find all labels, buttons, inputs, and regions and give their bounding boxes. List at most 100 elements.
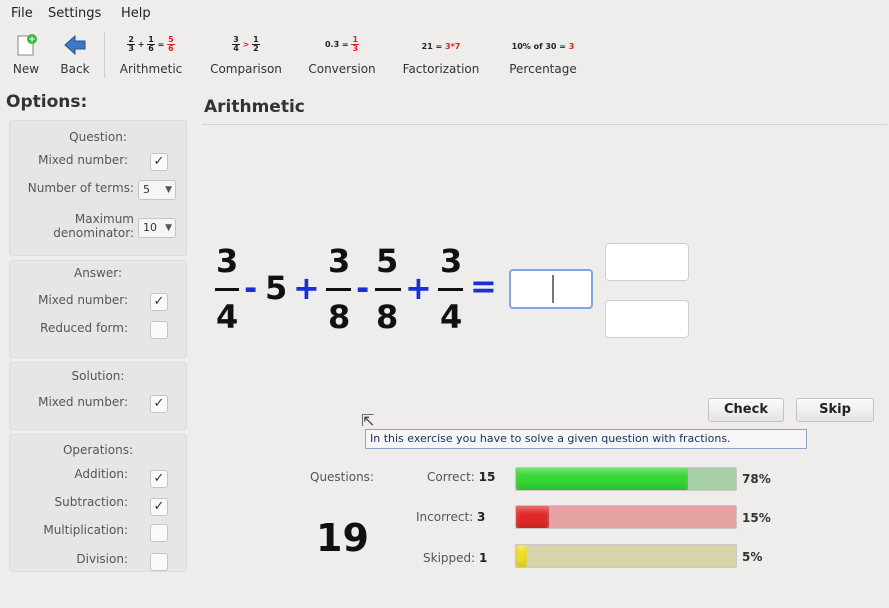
menu-help[interactable]: Help xyxy=(121,6,151,21)
back-label: Back xyxy=(60,62,90,76)
operations-panel-title: Operations: xyxy=(62,443,133,457)
answer-panel: Answer: Mixed number: ✓ Reduced form: xyxy=(9,260,187,358)
conversion-label: Conversion xyxy=(308,62,376,76)
solution-panel-title: Solution: xyxy=(71,369,125,383)
question-panel: Question: Mixed number: ✓ Number of term… xyxy=(9,120,187,256)
conversion-button[interactable]: 0.3̄ = 13 Conversion xyxy=(302,28,382,80)
skipped-stat: Skipped: 1 xyxy=(423,551,487,565)
max-denominator-select[interactable]: 10 ▼ xyxy=(138,218,176,238)
correct-progress-fill xyxy=(516,468,688,490)
incorrect-progress-fill xyxy=(516,506,549,528)
subtraction-label: Subtraction: xyxy=(54,495,128,509)
term2-whole: 5 xyxy=(265,269,288,307)
term1-fraction-bar xyxy=(215,288,239,291)
subtraction-checkbox[interactable]: ✓ xyxy=(150,498,168,516)
correct-percent: 78% xyxy=(742,472,771,486)
term5-numerator: 3 xyxy=(440,242,463,280)
term4-numerator: 5 xyxy=(376,242,399,280)
answer-integer-input[interactable] xyxy=(509,269,593,309)
questions-count: 19 xyxy=(316,516,369,560)
comparison-button[interactable]: 34 > 12 Comparison xyxy=(204,28,288,80)
comparison-label: Comparison xyxy=(210,62,282,76)
answer-mixed-number-checkbox[interactable]: ✓ xyxy=(150,293,168,311)
percentage-label: Percentage xyxy=(509,62,577,76)
toolbar: + New Back 23 + 16 = 56 Arithmetic 34 > … xyxy=(0,28,889,84)
number-of-terms-select[interactable]: 5 ▼ xyxy=(138,180,176,200)
reduced-form-checkbox[interactable] xyxy=(150,321,168,339)
max-denominator-label: Maximum denominator: xyxy=(53,212,134,240)
incorrect-label: Incorrect: xyxy=(416,510,474,524)
new-button[interactable]: + New xyxy=(8,28,44,80)
percentage-icon: 10% of 30 = 3 xyxy=(511,42,575,51)
division-checkbox[interactable] xyxy=(150,553,168,571)
comparison-icon: 34 > 12 xyxy=(232,35,260,53)
menu-file[interactable]: File xyxy=(11,6,33,21)
skip-button[interactable]: Skip xyxy=(796,398,874,422)
term3-fraction-bar xyxy=(326,288,351,291)
questions-label: Questions: xyxy=(310,470,374,484)
chevron-down-icon: ▼ xyxy=(165,185,172,195)
correct-label: Correct: xyxy=(427,470,475,484)
answer-denominator-input[interactable] xyxy=(605,300,689,338)
skipped-count: 1 xyxy=(479,551,488,565)
operator-minus: - xyxy=(356,269,370,307)
multiplication-checkbox[interactable] xyxy=(150,524,168,542)
correct-stat: Correct: 15 xyxy=(427,470,495,484)
title-divider xyxy=(202,124,887,125)
division-label: Division: xyxy=(76,552,128,566)
term1-numerator: 3 xyxy=(216,242,239,280)
factorization-button[interactable]: 21 = 3*7 Factorization xyxy=(397,28,485,80)
toolbar-separator xyxy=(104,32,105,78)
skipped-percent: 5% xyxy=(742,550,763,564)
back-arrow-icon xyxy=(56,32,94,58)
operations-panel: Operations: Addition: ✓ Subtraction: ✓ M… xyxy=(9,434,187,572)
back-button[interactable]: Back xyxy=(56,28,94,80)
term4-denominator: 8 xyxy=(376,298,399,336)
percentage-button[interactable]: 10% of 30 = 3 Percentage xyxy=(501,28,585,80)
solution-mixed-number-checkbox[interactable]: ✓ xyxy=(150,395,168,413)
answer-panel-title: Answer: xyxy=(73,266,123,280)
operator-plus: + xyxy=(293,269,320,307)
term1-denominator: 4 xyxy=(216,298,239,336)
term3-denominator: 8 xyxy=(328,298,351,336)
factorization-icon: 21 = 3*7 xyxy=(421,42,461,51)
check-button[interactable]: Check xyxy=(708,398,784,422)
number-of-terms-value: 5 xyxy=(143,183,150,196)
svg-text:+: + xyxy=(28,35,36,45)
arithmetic-button[interactable]: 23 + 16 = 56 Arithmetic xyxy=(112,28,190,80)
solution-mixed-number-label: Mixed number: xyxy=(38,395,128,409)
answer-numerator-input[interactable] xyxy=(605,243,689,281)
term5-denominator: 4 xyxy=(440,298,463,336)
number-of-terms-label: Number of terms: xyxy=(27,181,134,195)
arithmetic-icon: 23 + 16 = 56 xyxy=(127,35,175,53)
incorrect-count: 3 xyxy=(477,510,486,524)
equals-sign: = xyxy=(470,267,497,305)
answer-mixed-number-label: Mixed number: xyxy=(38,293,128,307)
incorrect-percent: 15% xyxy=(742,511,771,525)
term4-fraction-bar xyxy=(375,288,401,291)
term5-fraction-bar xyxy=(438,288,463,291)
correct-progress-bar xyxy=(515,467,737,491)
operator-plus: + xyxy=(405,269,432,307)
incorrect-stat: Incorrect: 3 xyxy=(416,510,485,524)
max-denominator-value: 10 xyxy=(143,221,157,234)
question-panel-title: Question: xyxy=(69,130,127,144)
tooltip: In this exercise you have to solve a giv… xyxy=(365,429,807,449)
chevron-down-icon: ▼ xyxy=(165,223,172,233)
multiplication-label: Multiplication: xyxy=(43,523,128,537)
operator-minus: - xyxy=(244,269,258,307)
text-caret xyxy=(552,275,554,303)
question-mixed-number-checkbox[interactable]: ✓ xyxy=(150,153,168,171)
addition-label: Addition: xyxy=(74,467,128,481)
menu-settings[interactable]: Settings xyxy=(48,6,101,21)
correct-count: 15 xyxy=(478,470,496,484)
arithmetic-label: Arithmetic xyxy=(119,62,183,76)
new-icon: + xyxy=(8,32,44,58)
page-title: Arithmetic xyxy=(204,97,305,117)
menu-bar: File Settings Help xyxy=(0,0,889,26)
conversion-icon: 0.3̄ = 13 xyxy=(324,35,360,53)
factorization-label: Factorization xyxy=(402,62,480,76)
reduced-form-label: Reduced form: xyxy=(40,321,128,335)
addition-checkbox[interactable]: ✓ xyxy=(150,470,168,488)
new-label: New xyxy=(12,62,40,76)
